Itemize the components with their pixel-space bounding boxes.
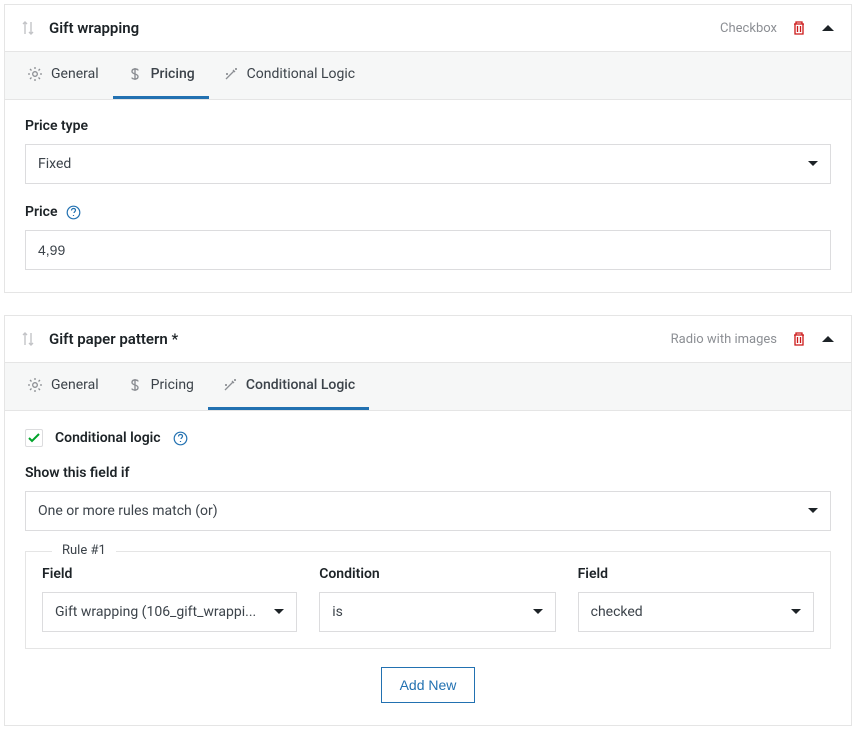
tab-label: General: [51, 377, 99, 393]
delete-icon[interactable]: [791, 20, 807, 36]
tab-general[interactable]: General: [13, 52, 113, 99]
tab-conditional-logic[interactable]: Conditional Logic: [208, 363, 369, 410]
dollar-icon: [127, 66, 143, 82]
price-label-text: Price: [25, 204, 58, 220]
price-type-select[interactable]: Fixed: [25, 144, 831, 184]
form-group-price-type: Price type Fixed: [25, 118, 831, 184]
tab-label: Conditional Logic: [246, 377, 355, 393]
panel-header: Gift paper pattern * Radio with images: [5, 316, 851, 362]
help-icon[interactable]: [173, 431, 188, 446]
tab-label: Pricing: [151, 377, 194, 393]
rule-field2-label: Field: [578, 566, 814, 582]
price-label: Price: [25, 204, 831, 220]
select-value: One or more rules match (or): [25, 491, 831, 531]
help-icon[interactable]: [66, 205, 81, 220]
tab-pricing[interactable]: Pricing: [113, 363, 208, 410]
panel-body: Conditional logic Show this field if One…: [5, 411, 851, 725]
panel-gift-wrapping: Gift wrapping Checkbox General Pricing C…: [4, 4, 852, 293]
price-type-label: Price type: [25, 118, 831, 134]
panel-body: Price type Fixed Price: [5, 100, 851, 292]
form-group-show-if: Show this field if One or more rules mat…: [25, 465, 831, 531]
field-type-label: Checkbox: [720, 21, 777, 36]
add-new-button[interactable]: Add New: [381, 667, 476, 703]
form-group-price: Price: [25, 204, 831, 270]
conditional-logic-label: Conditional logic: [55, 430, 161, 446]
tab-label: Conditional Logic: [247, 66, 355, 82]
dollar-icon: [127, 377, 143, 393]
tab-conditional-logic[interactable]: Conditional Logic: [209, 52, 369, 99]
tab-pricing[interactable]: Pricing: [113, 52, 209, 99]
collapse-icon[interactable]: [821, 334, 835, 344]
panel-title: Gift paper pattern *: [49, 330, 671, 348]
field-type-label: Radio with images: [671, 332, 777, 347]
drag-handle-icon[interactable]: [21, 20, 35, 36]
check-icon: [28, 433, 40, 443]
tab-label: General: [51, 66, 99, 82]
collapse-icon[interactable]: [821, 23, 835, 33]
panel-title: Gift wrapping: [49, 19, 720, 37]
rule-row: Field Gift wrapping (106_gift_wrappi... …: [42, 566, 814, 632]
show-if-select[interactable]: One or more rules match (or): [25, 491, 831, 531]
gear-icon: [27, 66, 43, 82]
select-value: checked: [578, 592, 814, 632]
tab-general[interactable]: General: [13, 363, 113, 410]
rule-legend: Rule #1: [52, 543, 116, 558]
panel-gift-paper-pattern: Gift paper pattern * Radio with images G…: [4, 315, 852, 726]
rule-field2-select[interactable]: checked: [578, 592, 814, 632]
wand-icon: [222, 377, 238, 393]
tab-label: Pricing: [151, 66, 195, 82]
price-input[interactable]: [25, 230, 831, 270]
delete-icon[interactable]: [791, 331, 807, 347]
panel-header: Gift wrapping Checkbox: [5, 5, 851, 51]
rule-cond-select[interactable]: is: [319, 592, 555, 632]
rule-cond-label: Condition: [319, 566, 555, 582]
rule-field1-select[interactable]: Gift wrapping (106_gift_wrappi...: [42, 592, 297, 632]
add-new-row: Add New: [25, 667, 831, 703]
rule-value-col: Field checked: [578, 566, 814, 632]
gear-icon: [27, 377, 43, 393]
select-value: Fixed: [25, 144, 831, 184]
wand-icon: [223, 66, 239, 82]
rule-field-col: Field Gift wrapping (106_gift_wrappi...: [42, 566, 297, 632]
show-if-label: Show this field if: [25, 465, 831, 481]
conditional-logic-checkbox[interactable]: [25, 429, 43, 447]
conditional-logic-checkbox-row: Conditional logic: [25, 429, 831, 447]
rule-fieldset: Rule #1 Field Gift wrapping (106_gift_wr…: [25, 551, 831, 649]
rule-field1-label: Field: [42, 566, 297, 582]
drag-handle-icon[interactable]: [21, 331, 35, 347]
select-value: Gift wrapping (106_gift_wrappi...: [42, 592, 297, 632]
tabs: General Pricing Conditional Logic: [5, 362, 851, 411]
tabs: General Pricing Conditional Logic: [5, 51, 851, 100]
select-value: is: [319, 592, 555, 632]
rule-condition-col: Condition is: [319, 566, 555, 632]
